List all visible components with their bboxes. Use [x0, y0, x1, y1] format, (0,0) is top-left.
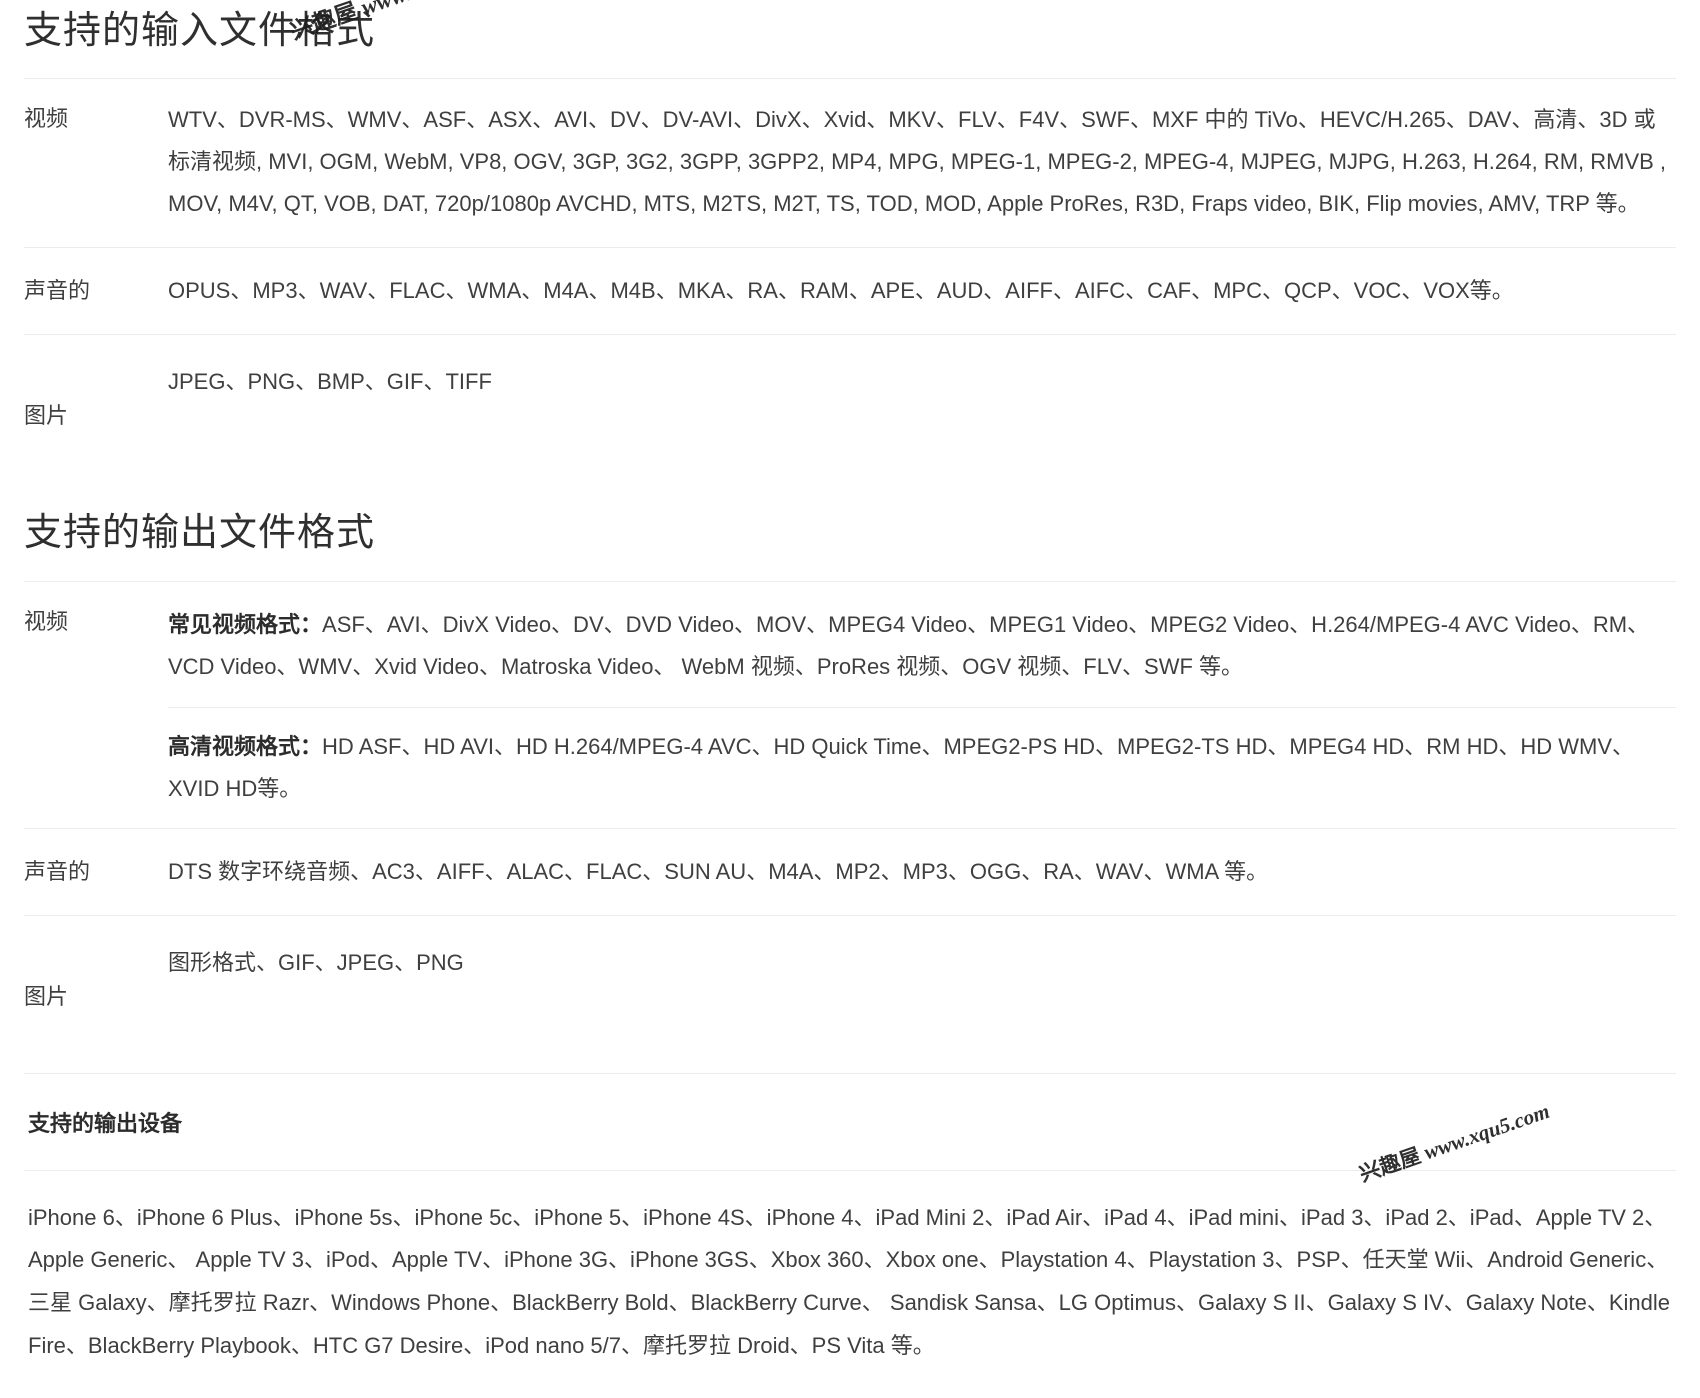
output-common-video-formats: ASF、AVI、DivX Video、DV、DVD Video、MOV、MPEG…: [168, 612, 1650, 680]
output-image-label: 图片: [24, 983, 69, 1009]
output-devices-heading: 支持的输出设备: [28, 1110, 183, 1136]
output-video-row: 视频 常见视频格式：ASF、AVI、DivX Video、DV、DVD Vide…: [24, 581, 1676, 828]
output-common-video-subrow: 常见视频格式：ASF、AVI、DivX Video、DV、DVD Video、M…: [168, 582, 1676, 706]
input-video-formats: WTV、DVR-MS、WMV、ASF、ASX、AVI、DV、DV-AVI、Div…: [168, 106, 1667, 216]
input-video-row: 视频 WTV、DVR-MS、WMV、ASF、ASX、AVI、DV、DV-AVI、…: [24, 77, 1676, 248]
output-devices-section: 支持的输出设备 iPhone 6、iPhone 6 Plus、iPhone 5s…: [24, 1072, 1676, 1398]
input-image-label: 图片: [24, 402, 69, 428]
output-audio-row: 声音的 DTS 数字环绕音频、AC3、AIFF、ALAC、FLAC、SUN AU…: [24, 828, 1676, 915]
input-audio-formats: OPUS、MP3、WAV、FLAC、WMA、M4A、M4B、MKA、RA、RAM…: [168, 278, 1514, 304]
output-common-video-label: 常见视频格式：: [168, 612, 323, 638]
input-audio-label: 声音的: [24, 278, 91, 304]
input-formats-heading: 支持的输入文件格式: [24, 10, 376, 52]
input-video-label: 视频: [24, 105, 69, 131]
page-root: 支持的输入文件格式 视频 WTV、DVR-MS、WMV、ASF、ASX、AVI、…: [0, 0, 1700, 1398]
output-hd-video-formats: HD ASF、HD AVI、HD H.264/MPEG-4 AVC、HD Qui…: [168, 733, 1635, 801]
input-audio-row: 声音的 OPUS、MP3、WAV、FLAC、WMA、M4A、M4B、MKA、RA…: [24, 247, 1676, 334]
output-image-row: 图片 图形格式、GIF、JPEG、PNG: [24, 915, 1676, 1054]
output-image-formats: 图形格式、GIF、JPEG、PNG: [168, 950, 464, 976]
input-image-row: 图片 JPEG、PNG、BMP、GIF、TIFF: [24, 334, 1676, 473]
output-video-label: 视频: [24, 609, 69, 635]
output-devices-list: iPhone 6、iPhone 6 Plus、iPhone 5s、iPhone …: [24, 1169, 1676, 1398]
output-formats-heading: 支持的输出文件格式: [24, 511, 376, 554]
output-audio-formats: DTS 数字环绕音频、AC3、AIFF、ALAC、FLAC、SUN AU、M4A…: [168, 859, 1269, 885]
output-audio-label: 声音的: [24, 859, 91, 885]
output-video-body: 常见视频格式：ASF、AVI、DivX Video、DV、DVD Video、M…: [144, 582, 1676, 828]
output-hd-video-label: 高清视频格式：: [168, 733, 323, 759]
input-image-formats: JPEG、PNG、BMP、GIF、TIFF: [168, 369, 492, 395]
output-hd-video-subrow: 高清视频格式：HD ASF、HD AVI、HD H.264/MPEG-4 AVC…: [168, 706, 1676, 828]
